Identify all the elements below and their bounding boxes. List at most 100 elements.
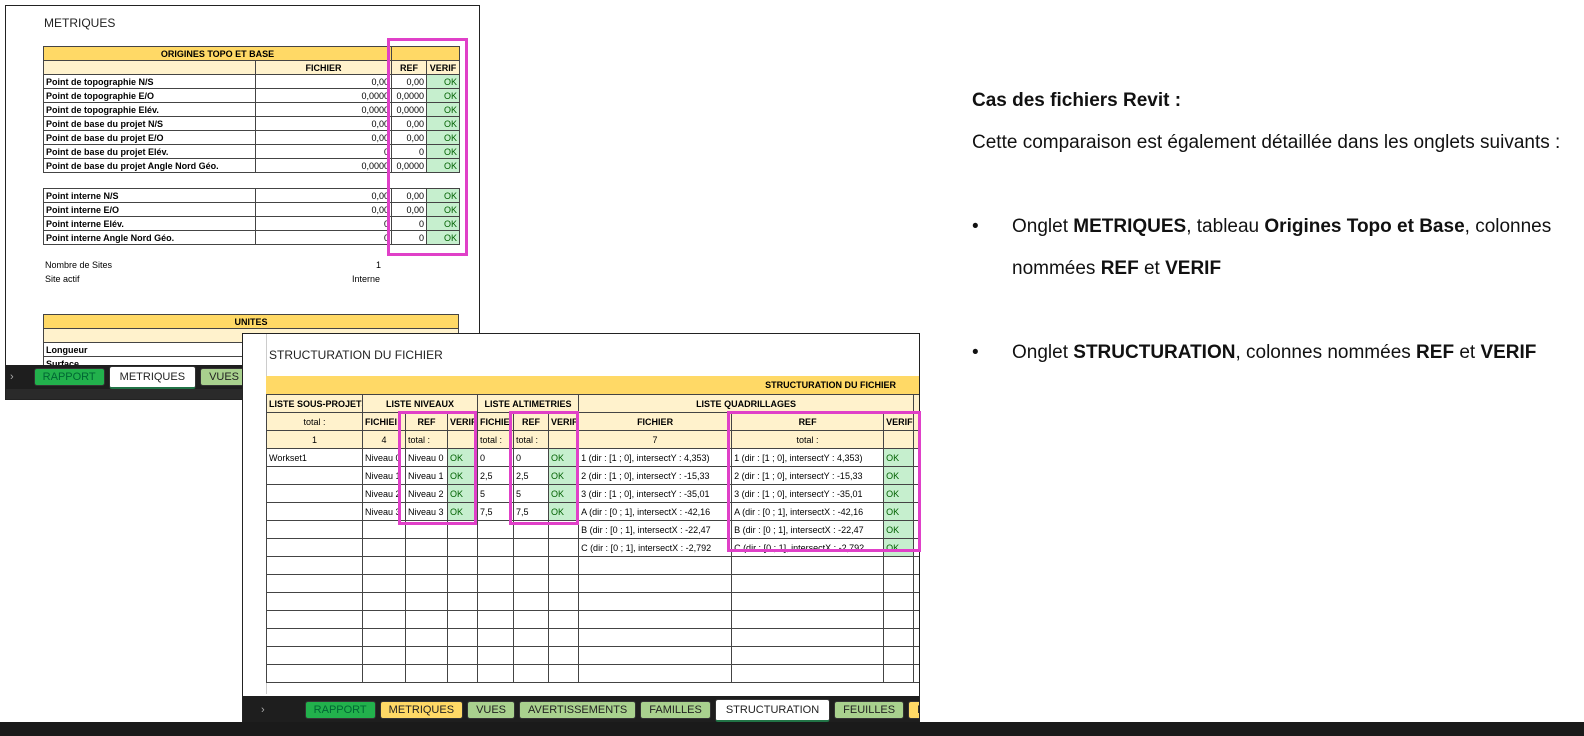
- cell[interactable]: [266, 538, 363, 557]
- cell[interactable]: [513, 646, 550, 665]
- chevron-right-icon[interactable]: ›: [261, 704, 265, 716]
- cell[interactable]: [731, 664, 885, 683]
- cell-label[interactable]: Point de base du projet E/O: [43, 130, 256, 145]
- cell[interactable]: [266, 556, 363, 575]
- cell[interactable]: [513, 556, 550, 575]
- tab-familles[interactable]: FAMILLES: [640, 701, 711, 719]
- cell[interactable]: A (dir : [0 ; 1], intersectX : -42,16: [578, 502, 733, 521]
- cell[interactable]: [405, 592, 448, 611]
- cell[interactable]: [548, 592, 580, 611]
- cell[interactable]: [731, 574, 885, 593]
- cell[interactable]: [883, 592, 915, 611]
- cell[interactable]: [578, 628, 733, 647]
- cell[interactable]: [477, 664, 515, 683]
- cell[interactable]: [266, 466, 363, 485]
- cell[interactable]: [883, 664, 915, 683]
- cell-fichier[interactable]: 0,0000: [254, 88, 393, 103]
- cell[interactable]: [266, 646, 363, 665]
- cell[interactable]: [266, 520, 363, 539]
- cell[interactable]: [446, 610, 479, 629]
- cell-label[interactable]: Point interne E/O: [43, 202, 256, 217]
- cell[interactable]: [446, 556, 479, 575]
- cell[interactable]: [477, 592, 515, 611]
- tab-avertissements[interactable]: AVERTISSEMENTS: [519, 701, 637, 719]
- cell[interactable]: [513, 628, 550, 647]
- cell[interactable]: [513, 538, 550, 557]
- cell[interactable]: [548, 646, 580, 665]
- cell[interactable]: [446, 592, 479, 611]
- tab-rapport[interactable]: RAPPORT: [304, 701, 376, 719]
- cell[interactable]: [405, 556, 448, 575]
- cell-fichier[interactable]: 0,00: [254, 116, 393, 131]
- cell[interactable]: [731, 628, 885, 647]
- tab-vues[interactable]: VUES: [200, 368, 249, 386]
- cell[interactable]: [913, 556, 919, 575]
- cell[interactable]: [477, 610, 515, 629]
- cell[interactable]: [578, 664, 733, 683]
- cell-label[interactable]: Point interne Elév.: [43, 216, 256, 231]
- cell[interactable]: 1 (dir : [1 ; 0], intersectY : 4,353): [578, 448, 733, 467]
- cell[interactable]: [578, 646, 733, 665]
- cell[interactable]: [548, 574, 580, 593]
- cell-fichier[interactable]: 0: [255, 216, 392, 231]
- cell[interactable]: [883, 628, 915, 647]
- cell[interactable]: [513, 592, 550, 611]
- cell-fichier[interactable]: 0: [255, 230, 392, 245]
- cell[interactable]: 3 (dir : [1 ; 0], intersectY : -35,01: [578, 484, 733, 503]
- tab-nettoyage[interactable]: NETTOYAG: [908, 701, 919, 719]
- cell[interactable]: [913, 574, 919, 593]
- cell-label[interactable]: Point de topographie E/O: [43, 88, 256, 103]
- cell-fichier[interactable]: 0,00: [255, 188, 392, 203]
- cell-fichier[interactable]: 0,00: [254, 130, 393, 145]
- cell-label[interactable]: Point de base du projet Elév.: [43, 144, 256, 159]
- cell[interactable]: [548, 556, 580, 575]
- cell[interactable]: [362, 592, 406, 611]
- cell[interactable]: [362, 538, 406, 557]
- cell[interactable]: [548, 628, 580, 647]
- cell[interactable]: [446, 628, 479, 647]
- cell[interactable]: [405, 646, 448, 665]
- cell[interactable]: [266, 574, 363, 593]
- cell[interactable]: [883, 574, 915, 593]
- cell[interactable]: [477, 646, 515, 665]
- cell-label[interactable]: Point de base du projet Angle Nord Géo.: [43, 158, 256, 173]
- cell[interactable]: [405, 610, 448, 629]
- cell[interactable]: [362, 556, 406, 575]
- cell[interactable]: 2 (dir : [1 ; 0], intersectY : -15,33: [578, 466, 733, 485]
- cell[interactable]: [477, 574, 515, 593]
- cell[interactable]: Workset1: [266, 448, 363, 467]
- cell[interactable]: [731, 592, 885, 611]
- cell[interactable]: [883, 610, 915, 629]
- cell-fichier[interactable]: 0,0000: [254, 158, 393, 173]
- cell[interactable]: [477, 556, 515, 575]
- tab-metriques[interactable]: METRIQUES: [108, 365, 197, 389]
- cell[interactable]: [446, 538, 479, 557]
- cell[interactable]: [362, 610, 406, 629]
- cell[interactable]: [446, 664, 479, 683]
- cell[interactable]: [362, 646, 406, 665]
- cell[interactable]: [266, 628, 363, 647]
- cell[interactable]: [266, 484, 363, 503]
- tab-metriques[interactable]: METRIQUES: [379, 701, 464, 719]
- cell[interactable]: [578, 556, 733, 575]
- cell-label[interactable]: Point interne N/S: [43, 188, 256, 203]
- tab-vues[interactable]: VUES: [467, 701, 516, 719]
- cell[interactable]: [266, 592, 363, 611]
- cell[interactable]: [266, 610, 363, 629]
- cell[interactable]: [548, 538, 580, 557]
- cell[interactable]: [883, 556, 915, 575]
- cell[interactable]: [913, 592, 919, 611]
- cell[interactable]: [548, 610, 580, 629]
- cell[interactable]: [513, 610, 550, 629]
- cell[interactable]: [578, 592, 733, 611]
- cell[interactable]: [731, 646, 885, 665]
- cell[interactable]: [477, 628, 515, 647]
- cell-fichier[interactable]: 0,00: [255, 202, 392, 217]
- cell[interactable]: [446, 646, 479, 665]
- cell[interactable]: [513, 574, 550, 593]
- cell[interactable]: [548, 664, 580, 683]
- cell-label[interactable]: Point de topographie Elév.: [43, 102, 256, 117]
- cell[interactable]: B (dir : [0 ; 1], intersectX : -22,47: [578, 520, 733, 539]
- cell-fichier[interactable]: 0,0000: [254, 102, 393, 117]
- cell[interactable]: [731, 610, 885, 629]
